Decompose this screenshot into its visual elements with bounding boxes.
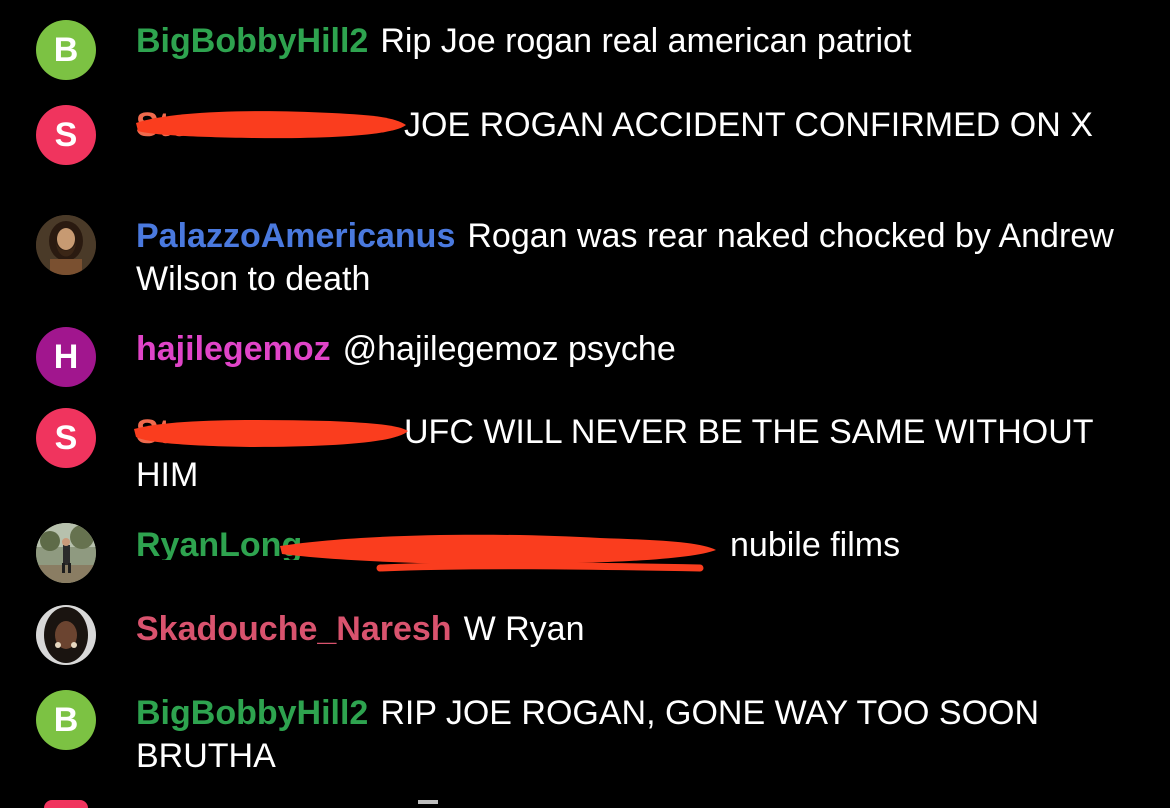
- message-text: PalazzoAmericanus Rogan was rear naked ch…: [136, 215, 1126, 301]
- redaction-mark: [130, 413, 414, 453]
- chat-message: S StevenJOE ROGAN ACCIDENT CONFIRMED ON …: [0, 95, 1170, 195]
- username[interactable]: hajilegemoz: [136, 330, 331, 368]
- avatar[interactable]: S: [36, 105, 96, 165]
- outdoor-person-photo-icon: [36, 523, 96, 583]
- redaction-mark: [270, 526, 730, 578]
- chat-message: S StevenUFC WILL NEVER BE THE SAME WITHO…: [0, 403, 1170, 503]
- avatar[interactable]: [44, 800, 88, 808]
- message-text: hajilegemoz @hajilegemoz psyche: [136, 328, 1126, 371]
- chat-message: PalazzoAmericanus Rogan was rear naked ch…: [0, 205, 1170, 305]
- message-body: JOE ROGAN ACCIDENT CONFIRMED ON X: [404, 106, 1093, 144]
- avatar[interactable]: B: [36, 20, 96, 80]
- next-message-partial: [0, 790, 1170, 808]
- chat-message: RyanLong nubile films: [0, 516, 1170, 591]
- chat-message: Skadouche_Naresh W Ryan: [0, 600, 1170, 670]
- message-text: Skadouche_Naresh W Ryan: [136, 608, 1126, 651]
- avatar[interactable]: S: [36, 408, 96, 468]
- message-body: @hajilegemoz psyche: [342, 330, 676, 368]
- avatar[interactable]: [36, 215, 96, 275]
- message-text: BigBobbyHill2 Rip Joe rogan real american…: [136, 20, 1126, 63]
- partial-icon: [418, 800, 438, 804]
- bearded-man-portrait-icon: [36, 215, 96, 275]
- message-body: W Ryan: [463, 610, 585, 648]
- username[interactable]: BigBobbyHill2: [136, 694, 368, 732]
- chat-message: B BigBobbyHill2 RIP JOE ROGAN, GONE WAY T…: [0, 684, 1170, 784]
- chat-message: H hajilegemoz @hajilegemoz psyche: [0, 320, 1170, 390]
- avatar[interactable]: B: [36, 690, 96, 750]
- avatar[interactable]: [36, 523, 96, 583]
- username[interactable]: BigBobbyHill2: [136, 22, 368, 60]
- chat-feed: B BigBobbyHill2 Rip Joe rogan real americ…: [0, 0, 1170, 808]
- message-text: BigBobbyHill2 RIP JOE ROGAN, GONE WAY TOO…: [136, 692, 1126, 778]
- message-body: nubile films: [730, 526, 901, 564]
- avatar[interactable]: H: [36, 327, 96, 387]
- woman-portrait-icon: [36, 605, 96, 665]
- username[interactable]: PalazzoAmericanus: [136, 217, 455, 255]
- redaction-mark: [132, 105, 412, 145]
- avatar[interactable]: [36, 605, 96, 665]
- chat-message: B BigBobbyHill2 Rip Joe rogan real americ…: [0, 10, 1170, 80]
- username[interactable]: Skadouche_Naresh: [136, 610, 452, 648]
- message-body: Rip Joe rogan real american patriot: [380, 22, 912, 60]
